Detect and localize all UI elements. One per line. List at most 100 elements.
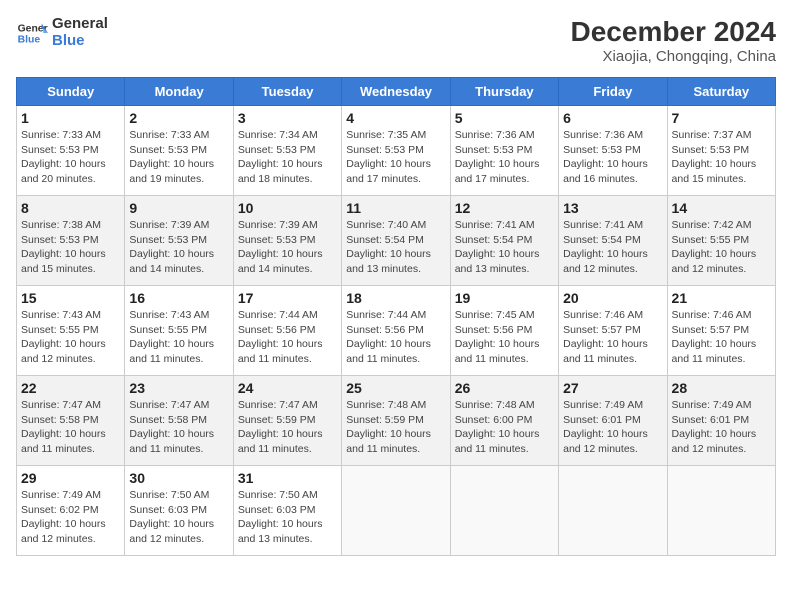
table-cell: 17 Sunrise: 7:44 AM Sunset: 5:56 PM Dayl… <box>233 286 341 376</box>
day-detail: Sunrise: 7:37 AM Sunset: 5:53 PM Dayligh… <box>672 128 771 187</box>
table-cell: 3 Sunrise: 7:34 AM Sunset: 5:53 PM Dayli… <box>233 106 341 196</box>
day-number: 22 <box>21 380 120 396</box>
title-block: December 2024 Xiaojia, Chongqing, China <box>571 16 776 65</box>
day-number: 14 <box>672 200 771 216</box>
calendar-header-row: Sunday Monday Tuesday Wednesday Thursday… <box>17 78 776 106</box>
day-detail: Sunrise: 7:44 AM Sunset: 5:56 PM Dayligh… <box>238 308 337 367</box>
day-number: 8 <box>21 200 120 216</box>
day-detail: Sunrise: 7:44 AM Sunset: 5:56 PM Dayligh… <box>346 308 445 367</box>
day-detail: Sunrise: 7:45 AM Sunset: 5:56 PM Dayligh… <box>455 308 554 367</box>
logo-icon: General Blue <box>16 17 48 49</box>
day-detail: Sunrise: 7:48 AM Sunset: 6:00 PM Dayligh… <box>455 398 554 457</box>
day-detail: Sunrise: 7:41 AM Sunset: 5:54 PM Dayligh… <box>455 218 554 277</box>
header-friday: Friday <box>559 78 667 106</box>
header-saturday: Saturday <box>667 78 775 106</box>
day-number: 7 <box>672 110 771 126</box>
logo-line2: Blue <box>52 33 108 50</box>
table-cell: 11 Sunrise: 7:40 AM Sunset: 5:54 PM Dayl… <box>342 196 450 286</box>
day-number: 27 <box>563 380 662 396</box>
header-sunday: Sunday <box>17 78 125 106</box>
day-detail: Sunrise: 7:47 AM Sunset: 5:58 PM Dayligh… <box>129 398 228 457</box>
day-number: 29 <box>21 470 120 486</box>
table-cell: 28 Sunrise: 7:49 AM Sunset: 6:01 PM Dayl… <box>667 376 775 466</box>
day-detail: Sunrise: 7:49 AM Sunset: 6:01 PM Dayligh… <box>563 398 662 457</box>
day-detail: Sunrise: 7:39 AM Sunset: 5:53 PM Dayligh… <box>238 218 337 277</box>
table-cell: 6 Sunrise: 7:36 AM Sunset: 5:53 PM Dayli… <box>559 106 667 196</box>
day-detail: Sunrise: 7:49 AM Sunset: 6:02 PM Dayligh… <box>21 488 120 547</box>
table-cell: 19 Sunrise: 7:45 AM Sunset: 5:56 PM Dayl… <box>450 286 558 376</box>
calendar-table: Sunday Monday Tuesday Wednesday Thursday… <box>16 77 776 556</box>
calendar-subtitle: Xiaojia, Chongqing, China <box>571 48 776 65</box>
page-header: General Blue General Blue December 2024 … <box>16 16 776 65</box>
table-cell: 4 Sunrise: 7:35 AM Sunset: 5:53 PM Dayli… <box>342 106 450 196</box>
day-number: 4 <box>346 110 445 126</box>
day-number: 3 <box>238 110 337 126</box>
table-cell: 1 Sunrise: 7:33 AM Sunset: 5:53 PM Dayli… <box>17 106 125 196</box>
day-number: 6 <box>563 110 662 126</box>
day-detail: Sunrise: 7:43 AM Sunset: 5:55 PM Dayligh… <box>21 308 120 367</box>
table-cell: 16 Sunrise: 7:43 AM Sunset: 5:55 PM Dayl… <box>125 286 233 376</box>
day-number: 25 <box>346 380 445 396</box>
day-number: 16 <box>129 290 228 306</box>
day-detail: Sunrise: 7:42 AM Sunset: 5:55 PM Dayligh… <box>672 218 771 277</box>
table-cell <box>450 466 558 556</box>
table-cell: 23 Sunrise: 7:47 AM Sunset: 5:58 PM Dayl… <box>125 376 233 466</box>
table-cell: 8 Sunrise: 7:38 AM Sunset: 5:53 PM Dayli… <box>17 196 125 286</box>
day-number: 24 <box>238 380 337 396</box>
day-detail: Sunrise: 7:49 AM Sunset: 6:01 PM Dayligh… <box>672 398 771 457</box>
table-cell: 27 Sunrise: 7:49 AM Sunset: 6:01 PM Dayl… <box>559 376 667 466</box>
day-number: 10 <box>238 200 337 216</box>
day-number: 11 <box>346 200 445 216</box>
table-cell: 25 Sunrise: 7:48 AM Sunset: 5:59 PM Dayl… <box>342 376 450 466</box>
table-cell: 14 Sunrise: 7:42 AM Sunset: 5:55 PM Dayl… <box>667 196 775 286</box>
day-detail: Sunrise: 7:50 AM Sunset: 6:03 PM Dayligh… <box>238 488 337 547</box>
day-number: 9 <box>129 200 228 216</box>
day-number: 13 <box>563 200 662 216</box>
day-detail: Sunrise: 7:46 AM Sunset: 5:57 PM Dayligh… <box>563 308 662 367</box>
table-cell: 30 Sunrise: 7:50 AM Sunset: 6:03 PM Dayl… <box>125 466 233 556</box>
table-cell: 29 Sunrise: 7:49 AM Sunset: 6:02 PM Dayl… <box>17 466 125 556</box>
day-detail: Sunrise: 7:35 AM Sunset: 5:53 PM Dayligh… <box>346 128 445 187</box>
day-number: 12 <box>455 200 554 216</box>
day-number: 30 <box>129 470 228 486</box>
table-cell: 26 Sunrise: 7:48 AM Sunset: 6:00 PM Dayl… <box>450 376 558 466</box>
header-tuesday: Tuesday <box>233 78 341 106</box>
day-number: 1 <box>21 110 120 126</box>
table-cell <box>667 466 775 556</box>
day-number: 17 <box>238 290 337 306</box>
day-detail: Sunrise: 7:39 AM Sunset: 5:53 PM Dayligh… <box>129 218 228 277</box>
day-number: 5 <box>455 110 554 126</box>
day-number: 26 <box>455 380 554 396</box>
day-number: 21 <box>672 290 771 306</box>
table-cell: 10 Sunrise: 7:39 AM Sunset: 5:53 PM Dayl… <box>233 196 341 286</box>
day-detail: Sunrise: 7:50 AM Sunset: 6:03 PM Dayligh… <box>129 488 228 547</box>
day-number: 15 <box>21 290 120 306</box>
day-detail: Sunrise: 7:40 AM Sunset: 5:54 PM Dayligh… <box>346 218 445 277</box>
day-detail: Sunrise: 7:34 AM Sunset: 5:53 PM Dayligh… <box>238 128 337 187</box>
table-cell: 7 Sunrise: 7:37 AM Sunset: 5:53 PM Dayli… <box>667 106 775 196</box>
logo-line1: General <box>52 16 108 33</box>
day-detail: Sunrise: 7:33 AM Sunset: 5:53 PM Dayligh… <box>21 128 120 187</box>
table-cell: 21 Sunrise: 7:46 AM Sunset: 5:57 PM Dayl… <box>667 286 775 376</box>
header-monday: Monday <box>125 78 233 106</box>
table-cell: 20 Sunrise: 7:46 AM Sunset: 5:57 PM Dayl… <box>559 286 667 376</box>
day-detail: Sunrise: 7:47 AM Sunset: 5:58 PM Dayligh… <box>21 398 120 457</box>
day-detail: Sunrise: 7:38 AM Sunset: 5:53 PM Dayligh… <box>21 218 120 277</box>
day-number: 28 <box>672 380 771 396</box>
table-cell: 2 Sunrise: 7:33 AM Sunset: 5:53 PM Dayli… <box>125 106 233 196</box>
header-thursday: Thursday <box>450 78 558 106</box>
day-detail: Sunrise: 7:41 AM Sunset: 5:54 PM Dayligh… <box>563 218 662 277</box>
table-cell: 9 Sunrise: 7:39 AM Sunset: 5:53 PM Dayli… <box>125 196 233 286</box>
day-detail: Sunrise: 7:36 AM Sunset: 5:53 PM Dayligh… <box>563 128 662 187</box>
day-number: 23 <box>129 380 228 396</box>
table-cell: 13 Sunrise: 7:41 AM Sunset: 5:54 PM Dayl… <box>559 196 667 286</box>
day-number: 31 <box>238 470 337 486</box>
table-cell: 22 Sunrise: 7:47 AM Sunset: 5:58 PM Dayl… <box>17 376 125 466</box>
day-number: 19 <box>455 290 554 306</box>
table-cell: 15 Sunrise: 7:43 AM Sunset: 5:55 PM Dayl… <box>17 286 125 376</box>
table-cell: 31 Sunrise: 7:50 AM Sunset: 6:03 PM Dayl… <box>233 466 341 556</box>
calendar-title: December 2024 <box>571 16 776 48</box>
day-detail: Sunrise: 7:47 AM Sunset: 5:59 PM Dayligh… <box>238 398 337 457</box>
table-cell <box>342 466 450 556</box>
day-detail: Sunrise: 7:46 AM Sunset: 5:57 PM Dayligh… <box>672 308 771 367</box>
